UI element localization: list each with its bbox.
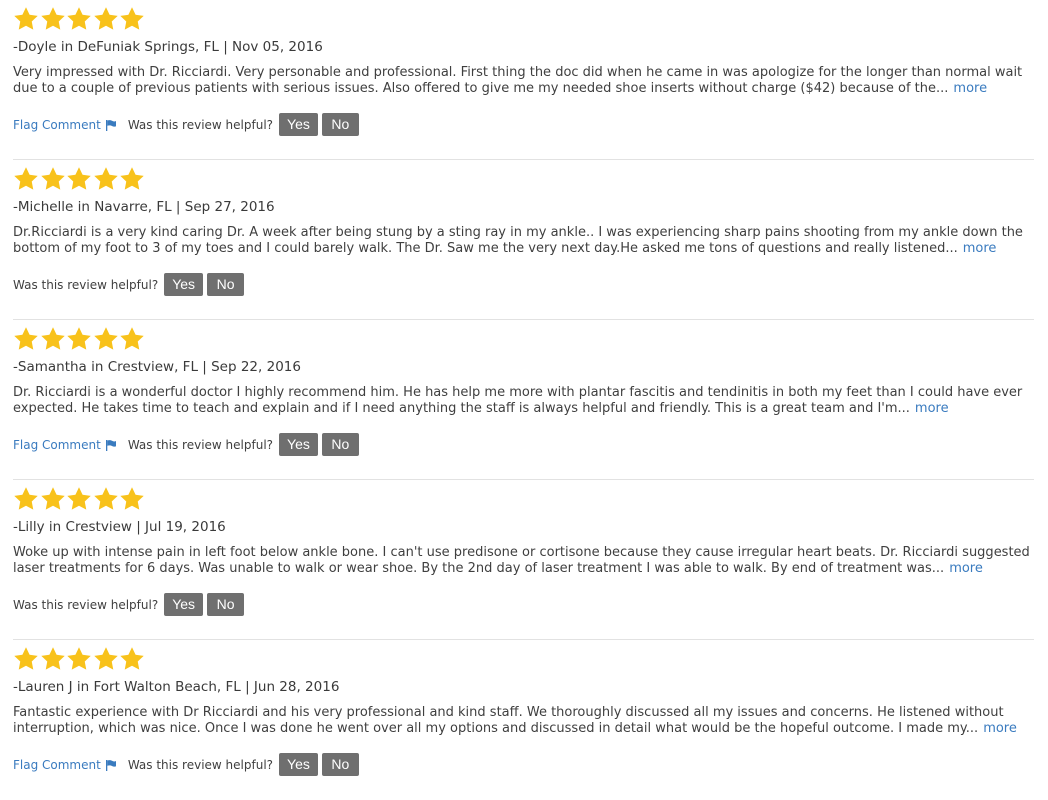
star-icon — [40, 486, 66, 512]
review-text-line: due to a couple of previous patients wit… — [13, 81, 1025, 97]
star-icon — [13, 166, 39, 192]
review-text-content: laser treatments for 6 days. Was unable … — [13, 561, 945, 576]
star-icon — [13, 486, 39, 512]
review-item: -Samantha in Crestview, FL | Sep 22, 201… — [13, 320, 1034, 480]
helpful-question: Was this review helpful? — [127, 437, 274, 452]
helpful-question: Was this review helpful? — [13, 277, 159, 292]
star-rating — [13, 326, 146, 352]
review-item: -Lilly in Crestview | Jul 19, 2016 Woke u… — [13, 480, 1034, 640]
star-icon — [93, 326, 119, 352]
helpful-yes-button[interactable]: Yes — [164, 593, 204, 616]
more-link[interactable]: more — [949, 561, 983, 576]
star-icon — [13, 646, 39, 672]
star-icon — [40, 166, 66, 192]
star-icon — [119, 646, 145, 672]
review-text: Fantastic experience with Dr Ricciardi a… — [13, 705, 1025, 737]
review-text-line: Dr. Ricciardi is a wonderful doctor I hi… — [13, 385, 1025, 401]
review-text-line: Dr.Ricciardi is a very kind caring Dr. A… — [13, 225, 1025, 241]
review-author: -Doyle in DeFuniak Springs, FL | Nov 05,… — [13, 39, 323, 55]
review-item: -Michelle in Navarre, FL | Sep 27, 2016 D… — [13, 160, 1034, 320]
star-icon — [119, 6, 145, 32]
review-text-content: Woke up with intense pain in left foot b… — [13, 545, 1030, 560]
review-author: -Lauren J in Fort Walton Beach, FL | Jun… — [13, 679, 340, 695]
review-actions: Flag Comment Was this review helpful? Yes N… — [13, 753, 363, 776]
star-icon — [40, 6, 66, 32]
helpful-yes-button[interactable]: Yes — [279, 753, 318, 776]
star-icon — [119, 486, 145, 512]
review-text: Very impressed with Dr. Ricciardi. Very … — [13, 65, 1025, 97]
star-icon — [13, 326, 39, 352]
review-text-line: interruption, which was nice. Once I was… — [13, 721, 1025, 737]
review-text-content: expected. He takes time to teach and exp… — [13, 401, 910, 416]
review-text-content: Dr. Ricciardi is a wonderful doctor I hi… — [13, 385, 1023, 400]
flag-comment-link[interactable]: Flag Comment — [13, 758, 117, 772]
flag-comment-label: Flag Comment — [13, 757, 101, 772]
star-icon — [13, 6, 39, 32]
star-icon — [119, 166, 145, 192]
star-icon — [93, 486, 119, 512]
review-text-content: Dr.Ricciardi is a very kind caring Dr. A… — [13, 225, 1023, 240]
flag-icon — [105, 439, 117, 451]
star-icon — [66, 326, 92, 352]
helpful-no-button[interactable]: No — [321, 753, 359, 776]
star-icon — [40, 646, 66, 672]
flag-icon — [105, 759, 117, 771]
review-text-content: due to a couple of previous patients wit… — [13, 81, 949, 96]
flag-comment-label: Flag Comment — [13, 437, 101, 452]
flag-comment-link[interactable]: Flag Comment — [13, 438, 117, 452]
review-text-line: expected. He takes time to teach and exp… — [13, 401, 1025, 417]
helpful-no-button[interactable]: No — [207, 273, 245, 296]
review-text-line: laser treatments for 6 days. Was unable … — [13, 561, 1025, 577]
review-text-line: Very impressed with Dr. Ricciardi. Very … — [13, 65, 1025, 81]
helpful-no-button[interactable]: No — [321, 113, 359, 136]
helpful-yes-button[interactable]: Yes — [279, 113, 318, 136]
flag-comment-link[interactable]: Flag Comment — [13, 118, 117, 132]
review-author: -Lilly in Crestview | Jul 19, 2016 — [13, 519, 226, 535]
helpful-question: Was this review helpful? — [13, 597, 159, 612]
star-icon — [40, 326, 66, 352]
star-icon — [93, 166, 119, 192]
star-rating — [13, 486, 146, 512]
more-link[interactable]: more — [983, 721, 1017, 736]
star-rating — [13, 6, 146, 32]
star-icon — [93, 646, 119, 672]
review-actions: Flag Comment Was this review helpful? Yes N… — [13, 433, 363, 456]
review-text: Dr.Ricciardi is a very kind caring Dr. A… — [13, 225, 1025, 257]
more-link[interactable]: more — [915, 401, 949, 416]
star-rating — [13, 646, 146, 672]
review-item: -Doyle in DeFuniak Springs, FL | Nov 05,… — [13, 0, 1034, 160]
review-text: Woke up with intense pain in left foot b… — [13, 545, 1030, 577]
review-text-content: interruption, which was nice. Once I was… — [13, 721, 979, 736]
review-text-line: Fantastic experience with Dr Ricciardi a… — [13, 705, 1025, 721]
flag-comment-label: Flag Comment — [13, 117, 101, 132]
helpful-yes-button[interactable]: Yes — [279, 433, 318, 456]
review-text-content: Very impressed with Dr. Ricciardi. Very … — [13, 65, 1023, 80]
helpful-question: Was this review helpful? — [127, 117, 274, 132]
review-text-content: bottom of my foot to 3 of my toes and I … — [13, 241, 958, 256]
flag-icon — [105, 119, 117, 131]
review-actions: Was this review helpful? Yes No — [13, 273, 248, 296]
helpful-no-button[interactable]: No — [321, 433, 359, 456]
review-actions: Flag Comment Was this review helpful? Yes N… — [13, 113, 363, 136]
helpful-no-button[interactable]: No — [207, 593, 245, 616]
star-icon — [66, 646, 92, 672]
helpful-question: Was this review helpful? — [127, 757, 274, 772]
star-icon — [66, 486, 92, 512]
review-text-line: bottom of my foot to 3 of my toes and I … — [13, 241, 1025, 257]
more-link[interactable]: more — [963, 241, 997, 256]
review-author: -Samantha in Crestview, FL | Sep 22, 201… — [13, 359, 301, 375]
review-item: -Lauren J in Fort Walton Beach, FL | Jun… — [13, 640, 1034, 800]
star-icon — [119, 326, 145, 352]
star-icon — [66, 6, 92, 32]
more-link[interactable]: more — [953, 81, 987, 96]
review-text-content: Fantastic experience with Dr Ricciardi a… — [13, 705, 1004, 720]
review-text: Dr. Ricciardi is a wonderful doctor I hi… — [13, 385, 1025, 417]
review-author: -Michelle in Navarre, FL | Sep 27, 2016 — [13, 199, 275, 215]
helpful-yes-button[interactable]: Yes — [164, 273, 204, 296]
star-icon — [93, 6, 119, 32]
star-rating — [13, 166, 146, 192]
review-text-line: Woke up with intense pain in left foot b… — [13, 545, 1030, 561]
star-icon — [66, 166, 92, 192]
review-actions: Was this review helpful? Yes No — [13, 593, 248, 616]
